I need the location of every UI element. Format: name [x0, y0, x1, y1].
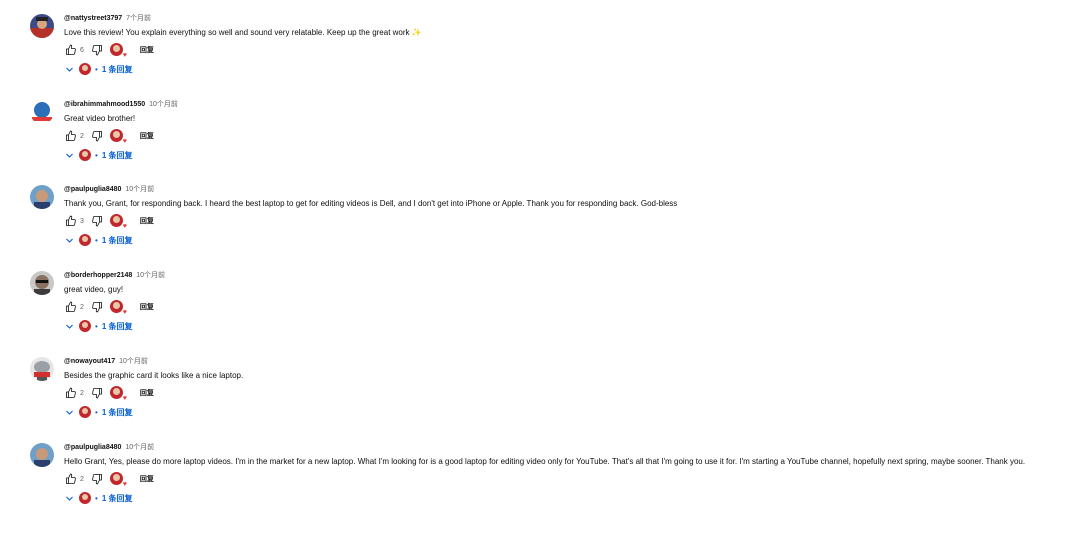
avatar[interactable] — [30, 185, 54, 209]
reply-button[interactable]: 回复 — [140, 45, 154, 55]
like-icon[interactable] — [64, 214, 78, 228]
creator-avatar — [79, 63, 91, 75]
like-icon[interactable] — [64, 129, 78, 143]
avatar[interactable] — [30, 357, 54, 381]
avatar[interactable] — [30, 14, 54, 38]
avatar[interactable] — [30, 443, 54, 467]
comment-author[interactable]: @borderhopper2148 — [64, 272, 132, 279]
like-count: 2 — [80, 132, 84, 140]
separator-dot: • — [95, 407, 98, 417]
separator-dot: • — [95, 150, 98, 160]
separator-dot: • — [95, 493, 98, 503]
like-icon[interactable] — [64, 300, 78, 314]
comment-author[interactable]: @paulpuglia8480 — [64, 186, 121, 193]
creator-avatar — [79, 492, 91, 504]
comment-author[interactable]: @nattystreet3797 — [64, 15, 122, 22]
like-icon[interactable] — [64, 43, 78, 57]
like-count: 2 — [80, 389, 84, 397]
comment-text: Besides the graphic card it looks like a… — [64, 371, 244, 380]
dislike-icon[interactable] — [90, 300, 104, 314]
chevron-down-icon — [64, 493, 74, 503]
comment-time[interactable]: 7个月前 — [126, 15, 151, 22]
chevron-down-icon — [64, 407, 74, 417]
like-count: 2 — [80, 475, 84, 483]
creator-heart-icon: ♥ — [109, 129, 127, 145]
comment-author[interactable]: @paulpuglia8480 — [64, 444, 121, 451]
dislike-icon[interactable] — [90, 214, 104, 228]
reply-count-label[interactable]: 1 条回复 — [102, 235, 133, 246]
comment-text: Thank you, Grant, for responding back. I… — [64, 199, 678, 208]
chevron-down-icon — [64, 64, 74, 74]
dislike-icon[interactable] — [90, 386, 104, 400]
creator-avatar — [79, 234, 91, 246]
reply-button[interactable]: 回复 — [140, 302, 154, 312]
reply-button[interactable]: 回复 — [140, 388, 154, 398]
separator-dot: • — [95, 321, 98, 331]
comment-thread-list: @nattystreet3797 7个月前 Love this review! … — [0, 0, 1080, 534]
creator-avatar — [79, 406, 91, 418]
reply-count-label[interactable]: 1 条回复 — [102, 64, 133, 75]
avatar[interactable] — [30, 100, 54, 124]
chevron-down-icon — [64, 150, 74, 160]
comment-author[interactable]: @nowayout417 — [64, 358, 115, 365]
creator-avatar — [79, 320, 91, 332]
comment-text: Great video brother! — [64, 114, 136, 123]
separator-dot: • — [95, 235, 98, 245]
view-replies-button[interactable]: • 1 条回复 — [64, 491, 1072, 505]
chevron-down-icon — [64, 321, 74, 331]
comment-time[interactable]: 10个月前 — [149, 101, 178, 108]
comment-text: great video, guy! — [64, 285, 124, 294]
reply-count-label[interactable]: 1 条回复 — [102, 407, 133, 418]
avatar[interactable] — [30, 271, 54, 295]
like-count: 2 — [80, 303, 84, 311]
comment-time[interactable]: 10个月前 — [125, 186, 154, 193]
separator-dot: • — [95, 64, 98, 74]
reply-count-label[interactable]: 1 条回复 — [102, 493, 133, 504]
dislike-icon[interactable] — [90, 129, 104, 143]
view-replies-button[interactable]: • 1 条回复 — [64, 62, 1072, 76]
creator-avatar — [79, 149, 91, 161]
dislike-icon[interactable] — [90, 43, 104, 57]
reply-count-label[interactable]: 1 条回复 — [102, 321, 133, 332]
comment-time[interactable]: 10个月前 — [119, 358, 148, 365]
view-replies-button[interactable]: • 1 条回复 — [64, 233, 1072, 247]
comment-time[interactable]: 10个月前 — [125, 444, 154, 451]
like-count: 3 — [80, 217, 84, 225]
comment-text: Hello Grant, Yes, please do more laptop … — [64, 457, 1026, 466]
reply-button[interactable]: 回复 — [140, 131, 154, 141]
dislike-icon[interactable] — [90, 472, 104, 486]
like-count: 6 — [80, 46, 84, 54]
comment-text: Love this review! You explain everything… — [64, 28, 422, 37]
reply-count-label[interactable]: 1 条回复 — [102, 150, 133, 161]
creator-heart-icon: ♥ — [109, 43, 127, 59]
reply-button[interactable]: 回复 — [140, 474, 154, 484]
view-replies-button[interactable]: • 1 条回复 — [64, 148, 1072, 162]
like-icon[interactable] — [64, 386, 78, 400]
view-replies-button[interactable]: • 1 条回复 — [64, 319, 1072, 333]
creator-heart-icon: ♥ — [109, 472, 127, 488]
comment-time[interactable]: 10个月前 — [136, 272, 165, 279]
reply-button[interactable]: 回复 — [140, 216, 154, 226]
like-icon[interactable] — [64, 472, 78, 486]
creator-heart-icon: ♥ — [109, 214, 127, 230]
comment-author[interactable]: @ibrahimmahmood1550 — [64, 101, 145, 108]
chevron-down-icon — [64, 235, 74, 245]
creator-heart-icon: ♥ — [109, 300, 127, 316]
view-replies-button[interactable]: • 1 条回复 — [64, 405, 1072, 419]
creator-heart-icon: ♥ — [109, 386, 127, 402]
